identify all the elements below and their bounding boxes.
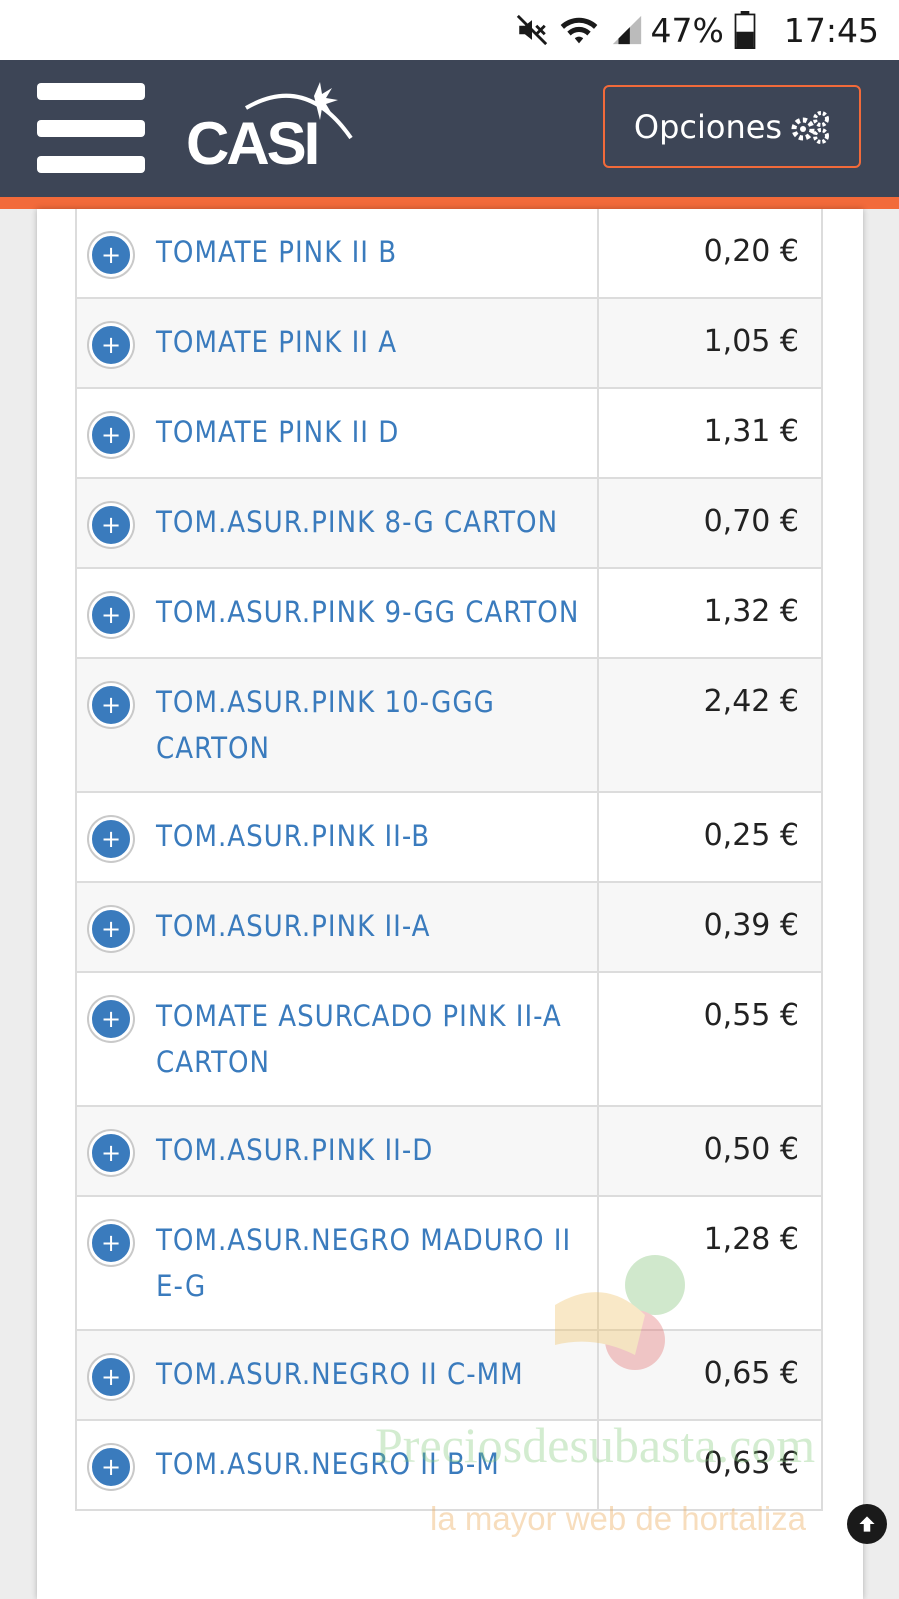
expand-plus-icon[interactable]: + [89,1131,133,1175]
product-price: 0,39 € [703,908,799,943]
product-name[interactable]: TOM.ASUR.NEGRO II C-MM [156,1351,524,1397]
product-name[interactable]: TOMATE PINK II A [156,319,397,365]
expand-plus-icon[interactable]: + [89,593,133,637]
wifi-icon [559,13,599,47]
table-row[interactable]: + TOMATE ASURCADO PINK II-A CARTON 0,55 € [75,973,823,1107]
product-name[interactable]: TOM.ASUR.PINK II-D [156,1127,433,1173]
product-name-cell: + TOMATE ASURCADO PINK II-A CARTON [77,973,599,1105]
table-row[interactable]: + TOM.ASUR.NEGRO MADURO II E-G 1,28 € [75,1197,823,1331]
product-name[interactable]: TOM.ASUR.PINK II-A [156,903,430,949]
expand-plus-icon[interactable]: + [89,997,133,1041]
table-row[interactable]: + TOM.ASUR.PINK 9-GG CARTON 1,32 € [75,569,823,659]
table-row[interactable]: + TOM.ASUR.NEGRO II B-M 0,63 € [75,1421,823,1511]
expand-plus-icon[interactable]: + [89,1445,133,1489]
product-name-cell: + TOMATE PINK II A [77,299,599,387]
product-name-cell: + TOMATE PINK II D [77,389,599,477]
table-row[interactable]: + TOMATE PINK II B 0,20 € [75,209,823,299]
expand-plus-icon[interactable]: + [89,233,133,277]
casi-logo[interactable]: CASI [186,78,366,178]
table-row[interactable]: + TOM.ASUR.PINK II-B 0,25 € [75,793,823,883]
table-row[interactable]: + TOM.ASUR.PINK II-A 0,39 € [75,883,823,973]
product-name[interactable]: TOM.ASUR.PINK 10-GGG CARTON [156,679,587,771]
product-name-cell: + TOMATE PINK II B [77,209,599,297]
table-row[interactable]: + TOM.ASUR.PINK II-D 0,50 € [75,1107,823,1197]
battery-percent: 47% [650,10,724,50]
product-name[interactable]: TOMATE ASURCADO PINK II-A CARTON [156,993,587,1085]
product-price: 0,63 € [703,1446,799,1481]
product-price: 0,65 € [703,1356,799,1391]
svg-text:CASI: CASI [186,110,317,177]
product-name[interactable]: TOM.ASUR.PINK II-B [156,813,430,859]
product-name[interactable]: TOMATE PINK II B [156,229,397,275]
product-price: 0,20 € [703,234,799,269]
product-name-cell: + TOM.ASUR.NEGRO II B-M [77,1421,599,1509]
options-label: Opciones [633,107,783,146]
gears-icon [790,110,830,144]
product-name-cell: + TOM.ASUR.NEGRO MADURO II E-G [77,1197,599,1329]
product-price: 1,05 € [703,324,799,359]
product-name[interactable]: TOM.ASUR.PINK 8-G CARTON [156,499,558,545]
product-price: 0,25 € [703,818,799,853]
product-name-cell: + TOM.ASUR.PINK II-A [77,883,599,971]
expand-plus-icon[interactable]: + [89,907,133,951]
table-row[interactable]: + TOMATE PINK II D 1,31 € [75,389,823,479]
product-name-cell: + TOM.ASUR.NEGRO II C-MM [77,1331,599,1419]
product-name-cell: + TOM.ASUR.PINK 8-G CARTON [77,479,599,567]
product-price: 1,32 € [703,594,799,629]
product-name-cell: + TOM.ASUR.PINK 9-GG CARTON [77,569,599,657]
app-header: CASI Opciones [0,60,899,197]
expand-plus-icon[interactable]: + [89,1355,133,1399]
table-row[interactable]: + TOMATE PINK II A 1,05 € [75,299,823,389]
options-button[interactable]: Opciones [603,85,861,168]
product-name[interactable]: TOM.ASUR.NEGRO II B-M [156,1441,500,1487]
expand-plus-icon[interactable]: + [89,817,133,861]
product-name-cell: + TOM.ASUR.PINK 10-GGG CARTON [77,659,599,791]
menu-icon[interactable] [37,83,145,173]
product-name[interactable]: TOM.ASUR.NEGRO MADURO II E-G [156,1217,587,1309]
product-price: 2,42 € [703,684,799,719]
price-table-card: + TOMATE PINK II B 0,20 € + TOMATE PINK II A… [37,209,863,1599]
status-bar: 47% 17:45 [0,0,899,60]
expand-plus-icon[interactable]: + [89,503,133,547]
table-row[interactable]: + TOM.ASUR.PINK 10-GGG CARTON 2,42 € [75,659,823,793]
mute-icon [515,13,549,47]
header-accent-stripe [0,197,899,209]
signal-icon [609,13,645,47]
expand-plus-icon[interactable]: + [89,323,133,367]
product-name[interactable]: TOMATE PINK II D [156,409,399,455]
product-price: 0,70 € [703,504,799,539]
table-row[interactable]: + TOM.ASUR.NEGRO II C-MM 0,65 € [75,1331,823,1421]
product-name-cell: + TOM.ASUR.PINK II-D [77,1107,599,1195]
product-price: 1,28 € [703,1222,799,1257]
product-price: 0,55 € [703,998,799,1033]
arrow-up-circle-icon[interactable] [847,1504,887,1544]
product-price: 0,50 € [703,1132,799,1167]
expand-plus-icon[interactable]: + [89,683,133,727]
expand-plus-icon[interactable]: + [89,413,133,457]
table-row[interactable]: + TOM.ASUR.PINK 8-G CARTON 0,70 € [75,479,823,569]
product-name-cell: + TOM.ASUR.PINK II-B [77,793,599,881]
product-price: 1,31 € [703,414,799,449]
battery-icon [734,11,756,49]
product-name[interactable]: TOM.ASUR.PINK 9-GG CARTON [156,589,579,635]
price-table: + TOMATE PINK II B 0,20 € + TOMATE PINK II A… [75,209,823,1511]
expand-plus-icon[interactable]: + [89,1221,133,1265]
clock: 17:45 [783,10,879,50]
